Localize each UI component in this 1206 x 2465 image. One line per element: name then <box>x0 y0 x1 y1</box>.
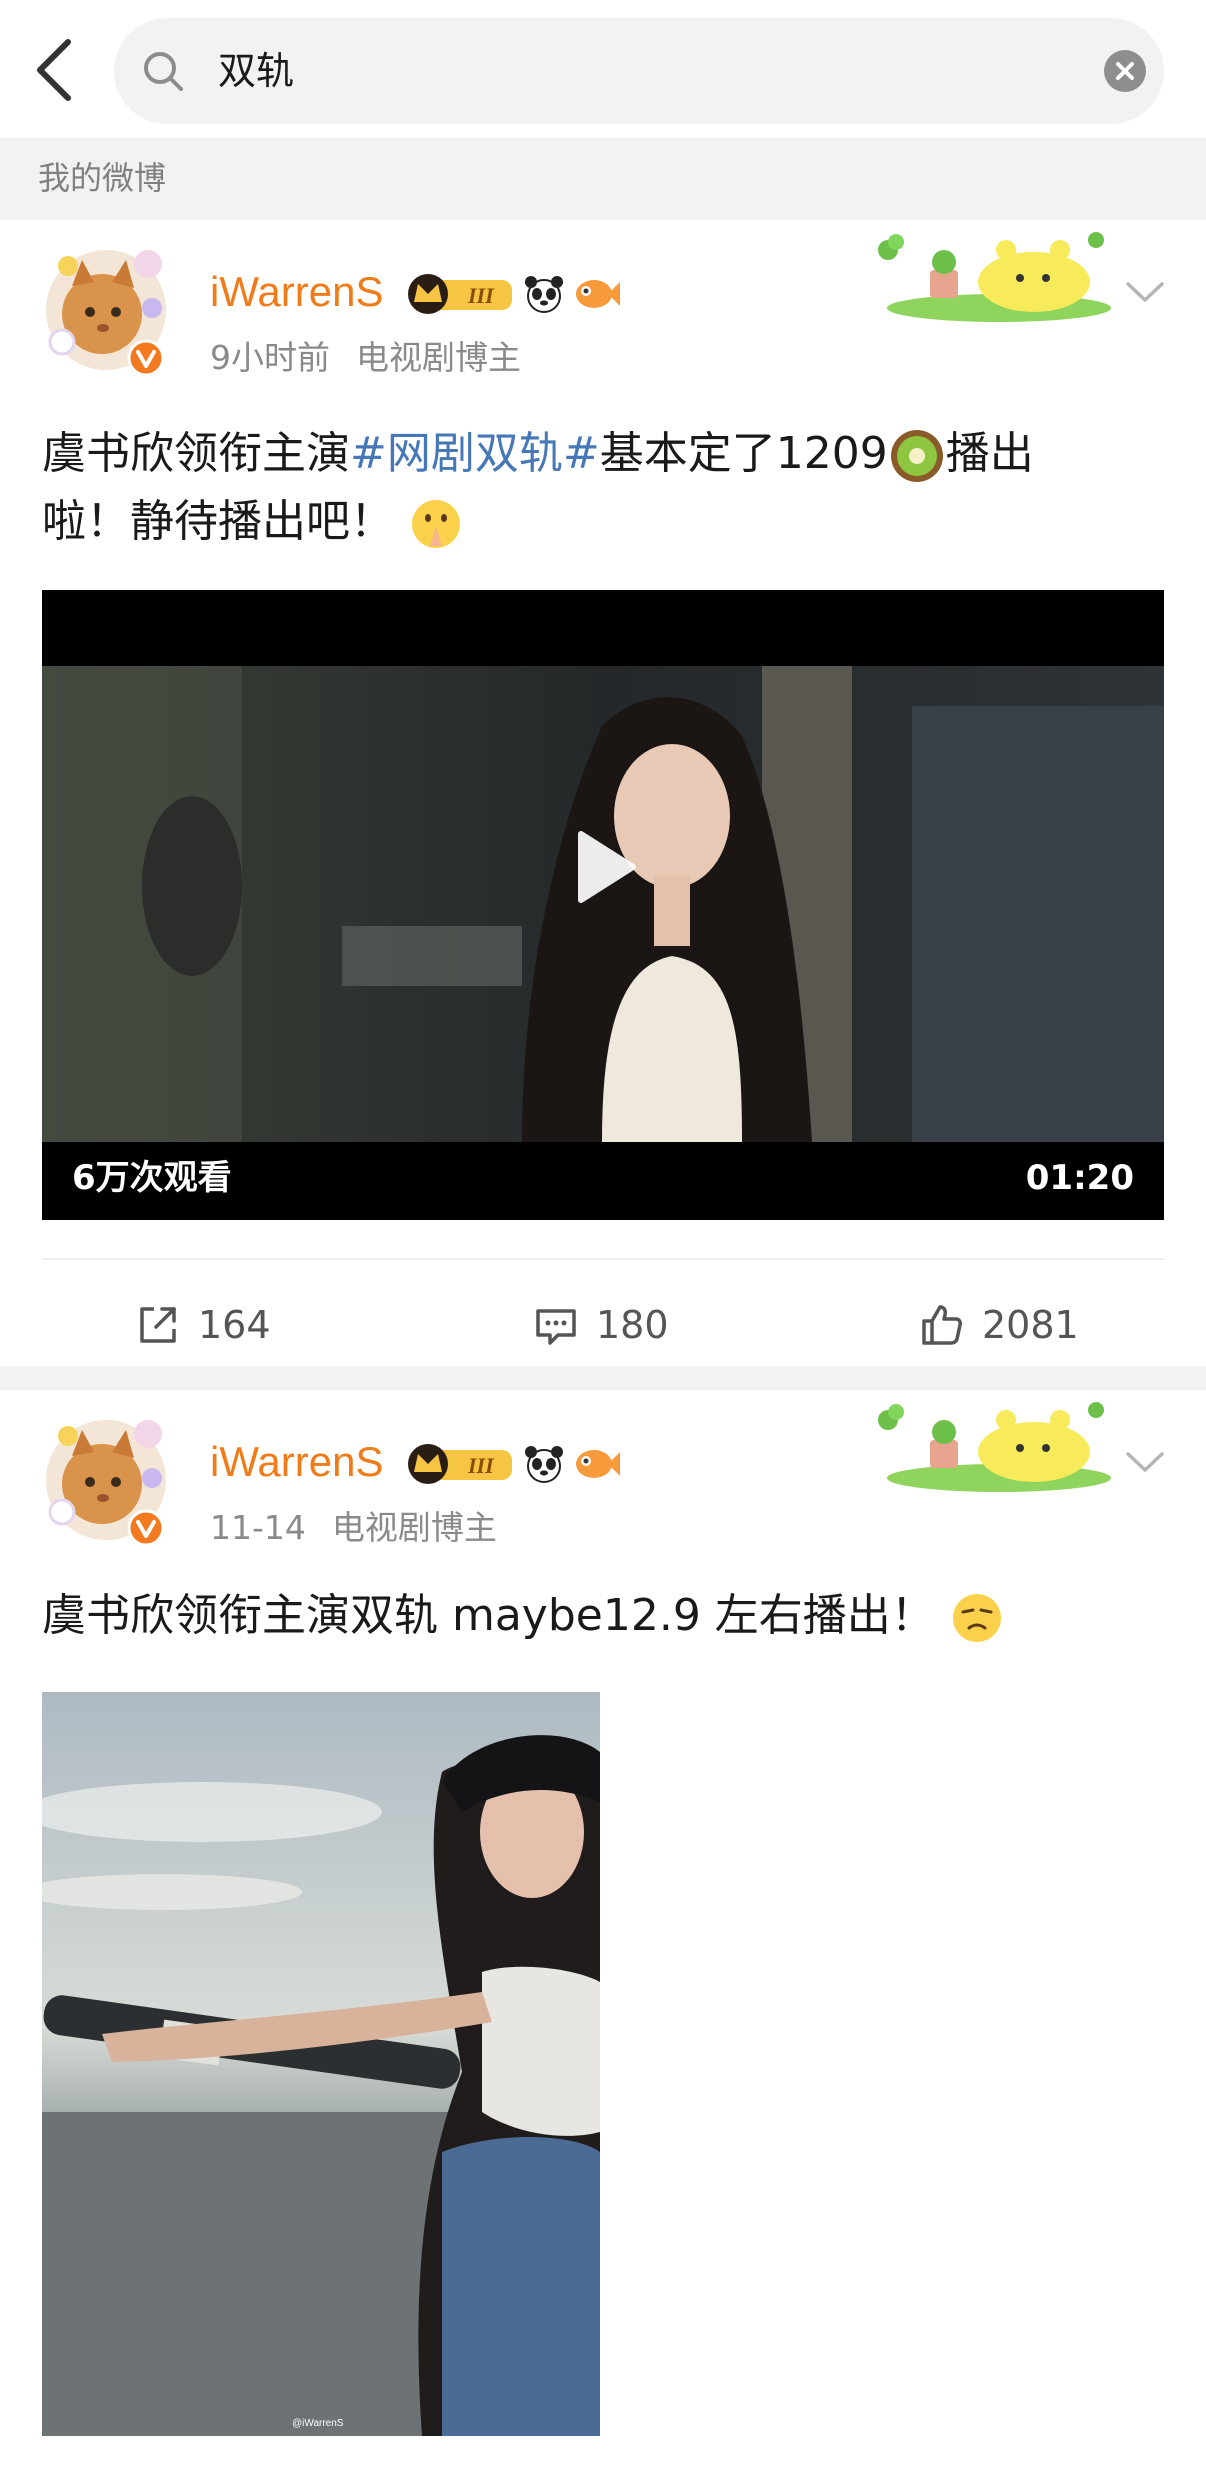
top-bar: 双轨 <box>0 0 1206 138</box>
back-icon[interactable] <box>30 36 80 104</box>
post-text: 虞书欣领衔主演双轨 maybe12.9 左右播出！ <box>42 1582 1172 1650</box>
badge-group: III <box>406 270 620 318</box>
badge-group: III <box>406 1440 620 1488</box>
repost-count: 164 <box>198 1303 271 1347</box>
search-input[interactable]: 双轨 <box>114 18 1164 124</box>
video-player[interactable]: 6万次观看 01:20 <box>42 590 1164 1220</box>
chevron-down-icon[interactable] <box>1124 276 1166 306</box>
section-label: 我的微博 <box>38 159 167 197</box>
avatar[interactable] <box>38 1412 174 1548</box>
post-time: 11-14 <box>210 1508 306 1547</box>
svg-text:III: III <box>467 283 495 308</box>
chevron-down-icon[interactable] <box>1124 1446 1166 1476</box>
panda-icon <box>525 1446 563 1483</box>
pray-emoji-icon <box>412 500 460 548</box>
post-separator <box>0 1366 1206 1390</box>
post-photo[interactable]: @iWarrenS <box>42 1692 600 2436</box>
video-views: 6万次观看 <box>72 1158 232 1198</box>
panda-icon <box>525 276 563 313</box>
photo-watermark: @iWarrenS <box>292 2418 344 2429</box>
card-decoration <box>874 1394 1124 1494</box>
repost-icon <box>140 1307 176 1343</box>
card-decoration <box>874 224 1124 324</box>
post-time: 9小时前 <box>210 338 330 377</box>
svg-text:III: III <box>467 1453 495 1478</box>
post-card[interactable]: iWarrenS III 9小时前 电视剧博主 虞书欣领衔主演#网剧双轨#基本定了… <box>0 220 1206 1366</box>
post-text-part: 啦！静待播出吧！ <box>42 496 394 547</box>
comment-icon <box>536 1309 576 1345</box>
post-text-part: 虞书欣领衔主演双轨 maybe12.9 左右播出！ <box>42 1590 935 1641</box>
fish-badge-icon <box>576 1450 620 1478</box>
kiwi-emoji-icon <box>890 430 943 482</box>
post-source: 电视剧博主 <box>331 1508 497 1547</box>
search-query[interactable]: 双轨 <box>218 44 294 98</box>
search-icon <box>140 48 186 94</box>
like-count: 2081 <box>982 1303 1079 1347</box>
post-card[interactable]: iWarrenS III 11-14 电视剧博主 虞书欣领衔主演双轨 maybe1… <box>0 1390 1206 2465</box>
action-bar: 164 180 2081 <box>0 1280 1206 1370</box>
section-header: 我的微博 <box>0 138 1206 220</box>
post-meta: 11-14 电视剧博主 <box>210 1506 497 1550</box>
fish-badge-icon <box>576 280 620 308</box>
username[interactable]: iWarrenS <box>210 1434 383 1490</box>
clear-icon[interactable] <box>1104 50 1146 92</box>
thinking-emoji-icon <box>952 1594 1001 1642</box>
play-icon[interactable] <box>557 822 647 912</box>
post-text-part: 虞书欣领衔主演 <box>42 428 350 479</box>
crown-badge-icon: III <box>408 274 512 314</box>
post-meta: 9小时前 电视剧博主 <box>210 336 521 380</box>
video-duration: 01:20 <box>1025 1158 1134 1198</box>
divider <box>42 1258 1164 1260</box>
like-button[interactable]: 2081 <box>918 1280 1079 1370</box>
username[interactable]: iWarrenS <box>210 264 383 320</box>
topic-link[interactable]: #网剧双轨# <box>350 428 600 479</box>
thumbs-up-icon <box>922 1305 962 1345</box>
comment-count: 180 <box>596 1303 669 1347</box>
post-source: 电视剧博主 <box>356 338 521 377</box>
crown-badge-icon: III <box>408 1444 512 1484</box>
avatar[interactable] <box>38 242 174 378</box>
post-text-part: 播出 <box>945 428 1034 479</box>
post-text: 虞书欣领衔主演#网剧双轨#基本定了1209 播出 啦！静待播出吧！ <box>42 420 1172 556</box>
repost-button[interactable]: 164 <box>134 1280 271 1370</box>
comment-button[interactable]: 180 <box>532 1280 669 1370</box>
post-text-part: 基本定了1209 <box>599 428 888 479</box>
